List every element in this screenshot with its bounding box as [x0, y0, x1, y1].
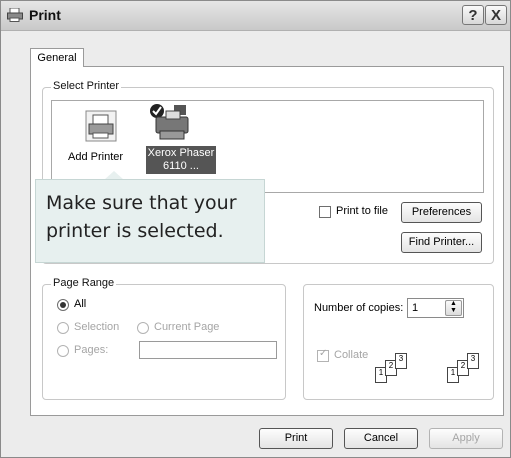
- preferences-button[interactable]: Preferences: [401, 202, 482, 223]
- current-page-label: Current Page: [154, 321, 220, 333]
- select-printer-legend: Select Printer: [51, 80, 122, 92]
- xerox-label-line1: Xerox Phaser: [147, 147, 215, 159]
- all-radio[interactable]: [57, 299, 69, 311]
- add-printer-label[interactable]: Add Printer: [68, 151, 123, 163]
- pages-input[interactable]: [139, 341, 277, 359]
- pages-radio[interactable]: [57, 345, 69, 357]
- collate-label: Collate: [334, 349, 369, 361]
- number-of-copies-label: Number of copies:: [314, 302, 404, 314]
- selection-radio[interactable]: [57, 322, 69, 334]
- spin-down-icon[interactable]: ▼: [450, 307, 457, 314]
- tab-general[interactable]: General: [30, 48, 84, 67]
- find-printer-button[interactable]: Find Printer...: [401, 232, 482, 253]
- spin-up-icon[interactable]: ▲: [450, 300, 457, 307]
- window-title: Print: [29, 7, 61, 23]
- xerox-label-line2: 6110 ...: [163, 160, 199, 172]
- xerox-phaser-printer-icon[interactable]: [148, 103, 194, 143]
- copies-value: 1: [412, 302, 419, 314]
- callout-text: Make sure that your printer is selected.: [46, 192, 237, 242]
- copies-spinner[interactable]: ▲ ▼: [445, 300, 462, 316]
- print-button[interactable]: Print: [259, 428, 333, 449]
- page-range-legend: Page Range: [51, 277, 117, 289]
- collate-checkbox[interactable]: ✓: [317, 348, 329, 362]
- apply-button[interactable]: Apply: [429, 428, 503, 449]
- pages-label: Pages:: [74, 344, 109, 356]
- instruction-callout: Make sure that your printer is selected.: [35, 179, 265, 263]
- selected-printer-highlight[interactable]: Xerox Phaser 6110 ...: [146, 146, 216, 174]
- selection-label: Selection: [74, 321, 120, 333]
- xerox-printer-label: Xerox Phaser 6110 ...: [146, 146, 216, 173]
- add-printer-icon[interactable]: [84, 109, 118, 143]
- print-to-file-label: Print to file: [336, 205, 388, 217]
- checkmark-icon: ✓: [319, 348, 328, 359]
- print-to-file-checkbox[interactable]: [319, 206, 331, 218]
- cancel-button[interactable]: Cancel: [344, 428, 418, 449]
- collate-page-3: 3: [395, 353, 407, 369]
- copies-spinbox[interactable]: 1 ▲ ▼: [407, 298, 464, 318]
- collate-page-3b: 3: [467, 353, 479, 369]
- help-button[interactable]: ?: [462, 5, 484, 25]
- all-label: All: [74, 298, 87, 310]
- current-page-radio[interactable]: [137, 322, 149, 334]
- printer-icon: [7, 8, 23, 22]
- print-dialog: Print ? X General Select Printer Add Pri…: [0, 0, 511, 458]
- close-button[interactable]: X: [485, 5, 507, 25]
- title-bar[interactable]: Print ? X: [1, 1, 510, 31]
